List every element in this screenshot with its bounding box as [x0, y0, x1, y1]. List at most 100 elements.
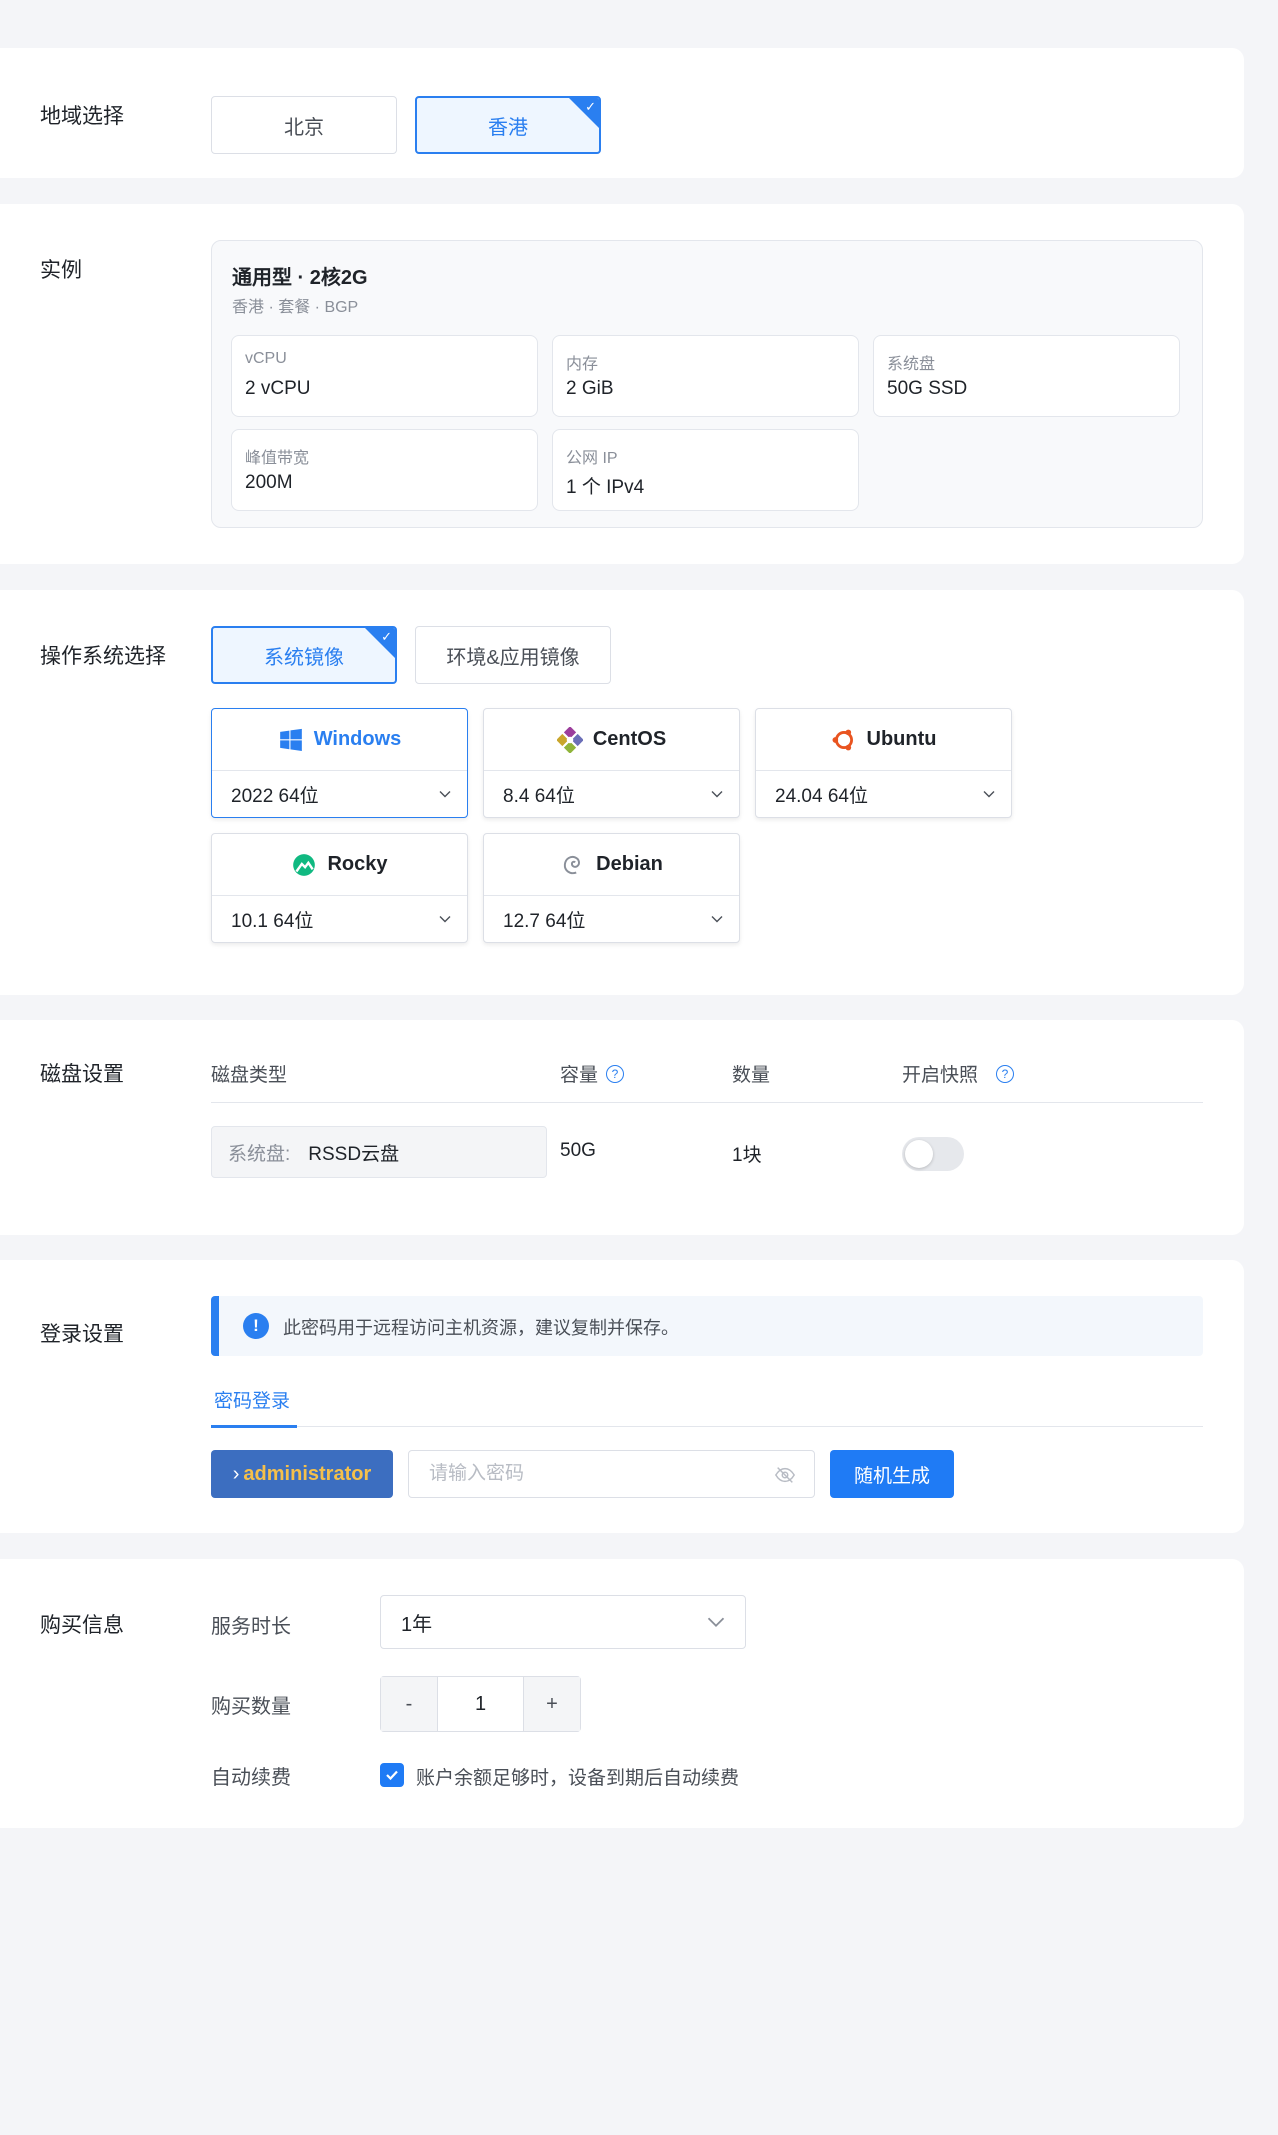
rocky-icon [293, 853, 316, 876]
disk-header-snapshot: 开启快照 ? [902, 1060, 1015, 1087]
instance-label: 实例 [40, 259, 82, 282]
os-label: 操作系统选择 [40, 645, 166, 668]
help-icon[interactable]: ? [996, 1064, 1015, 1083]
plus-icon: + [546, 1692, 558, 1715]
spec-value: 2 vCPU [245, 378, 311, 399]
os-version-value: 24.04 64位 [775, 785, 868, 807]
spec-label: vCPU [245, 350, 287, 367]
os-version-select[interactable]: 12.7 64位 [484, 896, 739, 942]
auto-renew-checkbox[interactable] [380, 1763, 404, 1787]
spec-value: 1 个 IPv4 [566, 477, 645, 498]
instance-subtitle: 香港 · 套餐 · BGP [232, 299, 359, 316]
os-image-debian[interactable]: Debian 12.7 64位 [483, 833, 740, 943]
disk-header-capacity: 容量 ? [560, 1060, 625, 1087]
region-card: 地域选择 北京 香港 ✓ [0, 48, 1244, 178]
disk-capacity: 50G [560, 1140, 596, 1161]
duration-value: 1年 [401, 1613, 433, 1636]
debian-icon [564, 855, 581, 874]
spec-value: 2 GiB [566, 378, 614, 399]
os-version-select[interactable]: 10.1 64位 [212, 896, 467, 942]
os-image-name: Windows [313, 728, 402, 750]
auto-renew-text: 账户余额足够时，设备到期后自动续费 [416, 1768, 740, 1789]
os-version-select[interactable]: 24.04 64位 [756, 771, 1011, 817]
region-option-label: 北京 [284, 116, 324, 139]
disk-label: 磁盘设置 [40, 1063, 124, 1086]
tab-divider [211, 1426, 1203, 1427]
toggle-knob [905, 1140, 933, 1168]
disk-header-label: 磁盘类型 [211, 1065, 288, 1086]
os-image-head: Debian [484, 834, 739, 896]
tab-label: 系统镜像 [264, 646, 344, 669]
chevron-down-icon [707, 1617, 725, 1628]
os-image-name: Rocky [327, 853, 388, 875]
eye-off-icon[interactable] [774, 1464, 796, 1486]
os-image-name: Debian [596, 853, 663, 875]
help-icon[interactable]: ? [606, 1064, 625, 1083]
purchase-card: 购买信息 服务时长 1年 购买数量 - 1 + 自动续费 账户余额足够时，设备到… [0, 1559, 1244, 1828]
quantity-value[interactable]: 1 [437, 1677, 524, 1731]
login-card: 登录设置 ! 此密码用于远程访问主机资源，建议复制并保存。 密码登录 › adm… [0, 1260, 1244, 1533]
auto-renew-label: 自动续费 [211, 1767, 291, 1789]
instance-summary: 通用型 · 2核2G 香港 · 套餐 · BGP vCPU 2 vCPU 内存 … [211, 240, 1203, 528]
quantity-stepper: - 1 + [380, 1676, 581, 1732]
spec-vcpu: vCPU 2 vCPU [231, 335, 538, 417]
centos-icon [556, 726, 583, 753]
username-button[interactable]: › administrator [211, 1450, 393, 1498]
random-generate-button[interactable]: 随机生成 [830, 1450, 954, 1498]
tab-app-image[interactable]: 环境&应用镜像 [415, 626, 611, 684]
os-image-windows[interactable]: Windows 2022 64位 [211, 708, 468, 818]
login-label: 登录设置 [40, 1323, 124, 1346]
ubuntu-icon [832, 729, 853, 750]
os-image-rocky[interactable]: Rocky 10.1 64位 [211, 833, 468, 943]
tab-system-image[interactable]: 系统镜像 ✓ [211, 626, 397, 684]
disk-card: 磁盘设置 磁盘类型 容量 ? 数量 开启快照 ? 系统盘: RSSD云盘 50G… [0, 1020, 1244, 1235]
check-icon: ✓ [381, 629, 392, 644]
os-image-name: CentOS [592, 728, 667, 750]
spec-label: 系统盘 [887, 356, 936, 373]
disk-header-label: 容量 [560, 1065, 599, 1086]
increment-button[interactable]: + [524, 1677, 580, 1731]
spec-label: 峰值带宽 [245, 450, 310, 467]
chevron-down-icon [711, 791, 723, 798]
disk-header-label: 数量 [732, 1065, 771, 1086]
region-label: 地域选择 [40, 105, 124, 128]
os-image-head: Ubuntu [756, 709, 1011, 771]
os-version-value: 8.4 64位 [503, 785, 575, 807]
os-image-ubuntu[interactable]: Ubuntu 24.04 64位 [755, 708, 1012, 818]
duration-label: 服务时长 [211, 1616, 291, 1638]
os-version-select[interactable]: 2022 64位 [212, 771, 467, 817]
os-version-select[interactable]: 8.4 64位 [484, 771, 739, 817]
disk-type-field: 系统盘: RSSD云盘 [211, 1126, 547, 1178]
spec-label: 公网 IP [566, 450, 618, 467]
spec-bandwidth: 峰值带宽 200M [231, 429, 538, 511]
disk-header-label: 开启快照 [902, 1065, 979, 1086]
region-option-label: 香港 [488, 116, 528, 139]
spec-public-ip: 公网 IP 1 个 IPv4 [552, 429, 859, 511]
tab-password-login[interactable]: 密码登录 [214, 1386, 290, 1413]
chevron-down-icon [439, 791, 451, 798]
chevron-down-icon [439, 916, 451, 923]
snapshot-toggle[interactable] [902, 1137, 964, 1171]
disk-type-value: RSSD云盘 [308, 1143, 400, 1165]
quantity-label: 购买数量 [211, 1696, 291, 1718]
check-icon [386, 1770, 398, 1781]
windows-icon [279, 728, 302, 751]
disk-header-type: 磁盘类型 [211, 1060, 287, 1087]
os-version-value: 2022 64位 [231, 785, 319, 807]
spec-label: 内存 [566, 356, 599, 373]
chevron-right-icon: › [232, 1462, 240, 1485]
os-image-name: Ubuntu [866, 728, 937, 750]
purchase-label: 购买信息 [40, 1614, 124, 1637]
os-image-centos[interactable]: CentOS 8.4 64位 [483, 708, 740, 818]
chevron-down-icon [983, 791, 995, 798]
region-option-beijing[interactable]: 北京 [211, 96, 397, 154]
region-option-hongkong[interactable]: 香港 ✓ [415, 96, 601, 154]
instance-card: 实例 通用型 · 2核2G 香港 · 套餐 · BGP vCPU 2 vCPU … [0, 204, 1244, 564]
spec-value: 50G SSD [887, 378, 968, 399]
check-icon: ✓ [585, 99, 596, 114]
username-label: administrator [243, 1462, 372, 1485]
password-input[interactable] [408, 1450, 815, 1498]
os-image-head: CentOS [484, 709, 739, 771]
duration-select[interactable]: 1年 [380, 1595, 746, 1649]
decrement-button[interactable]: - [381, 1677, 437, 1731]
